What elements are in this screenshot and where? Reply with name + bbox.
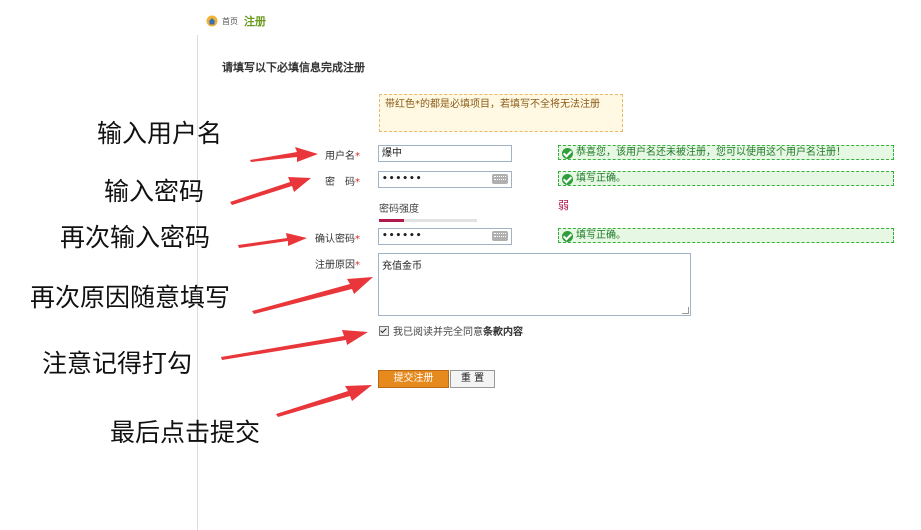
confirm-password-tip-text: 填写正确。 (576, 230, 626, 241)
breadcrumb-current: 注册 (244, 15, 266, 28)
username-input[interactable]: 爆中 (378, 145, 512, 162)
password-strength-fill (379, 219, 404, 222)
required-mark: * (355, 234, 360, 245)
agreement-row: 我已阅读并完全同意条款内容 (379, 324, 549, 341)
arrow-agree (221, 330, 368, 360)
annotation-submit: 最后点击提交 (110, 418, 261, 447)
reset-button[interactable]: 重 置 (450, 370, 495, 388)
password-input[interactable]: •••••• (378, 171, 512, 188)
password-strength-text: 弱 (558, 199, 569, 212)
confirm-password-value: •••••• (382, 231, 423, 241)
reason-textarea[interactable]: 充值金币 (378, 253, 691, 316)
keyboard-icon[interactable] (492, 231, 508, 241)
password-tip: 填写正确。 (558, 171, 894, 186)
required-notice: 带红色*的都是必填项目，若填写不全将无法注册 (379, 94, 623, 132)
check-icon (562, 148, 573, 159)
confirm-password-input[interactable]: •••••• (378, 228, 512, 245)
reason-label: 注册原因* (200, 256, 360, 271)
username-label-text: 用户名 (325, 151, 355, 162)
username-tip-text: 恭喜您，该用户名还未被注册，您可以使用这个用户名注册！ (576, 147, 846, 158)
password-strength-bar (379, 219, 477, 222)
password-value: •••••• (382, 174, 423, 184)
required-mark: * (355, 151, 360, 162)
terms-link[interactable]: 条款内容 (483, 327, 523, 338)
home-icon[interactable] (206, 15, 218, 27)
confirm-password-label: 确认密码* (200, 230, 360, 245)
reason-label-text: 注册原因 (315, 260, 355, 271)
agree-checkbox[interactable] (379, 326, 389, 336)
username-label: 用户名* (200, 147, 360, 162)
check-icon (562, 231, 573, 242)
form-heading: 请填写以下必填信息完成注册 (222, 61, 365, 74)
required-mark: * (355, 260, 360, 271)
annotation-reason: 再次原因随意填写 (30, 283, 231, 312)
resize-grip[interactable] (682, 307, 689, 314)
password-tip-text: 填写正确。 (576, 173, 626, 184)
username-tip: 恭喜您，该用户名还未被注册，您可以使用这个用户名注册！ (558, 145, 894, 160)
annotation-password: 输入密码 (104, 177, 205, 206)
username-value: 爆中 (382, 148, 402, 159)
breadcrumb: 首页 注册 (206, 12, 266, 30)
annotation-confirm: 再次输入密码 (60, 223, 211, 252)
agree-text: 我已阅读并完全同意 (393, 327, 483, 338)
submit-button[interactable]: 提交注册 (378, 370, 449, 388)
password-label: 密 码* (200, 173, 360, 188)
annotation-username: 输入用户名 (97, 119, 223, 148)
annotation-agree: 注意记得打勾 (42, 349, 193, 378)
password-strength-label: 密码强度 (379, 204, 419, 215)
password-label-text: 密 码 (325, 177, 355, 188)
check-icon (562, 174, 573, 185)
arrow-submit (276, 385, 372, 417)
confirm-password-tip: 填写正确。 (558, 228, 894, 243)
reason-value: 充值金币 (382, 261, 422, 272)
arrow-reason (252, 277, 373, 314)
required-mark: * (355, 177, 360, 188)
breadcrumb-home-link[interactable]: 首页 (222, 16, 238, 27)
keyboard-icon[interactable] (492, 174, 508, 184)
confirm-password-label-text: 确认密码 (315, 234, 355, 245)
